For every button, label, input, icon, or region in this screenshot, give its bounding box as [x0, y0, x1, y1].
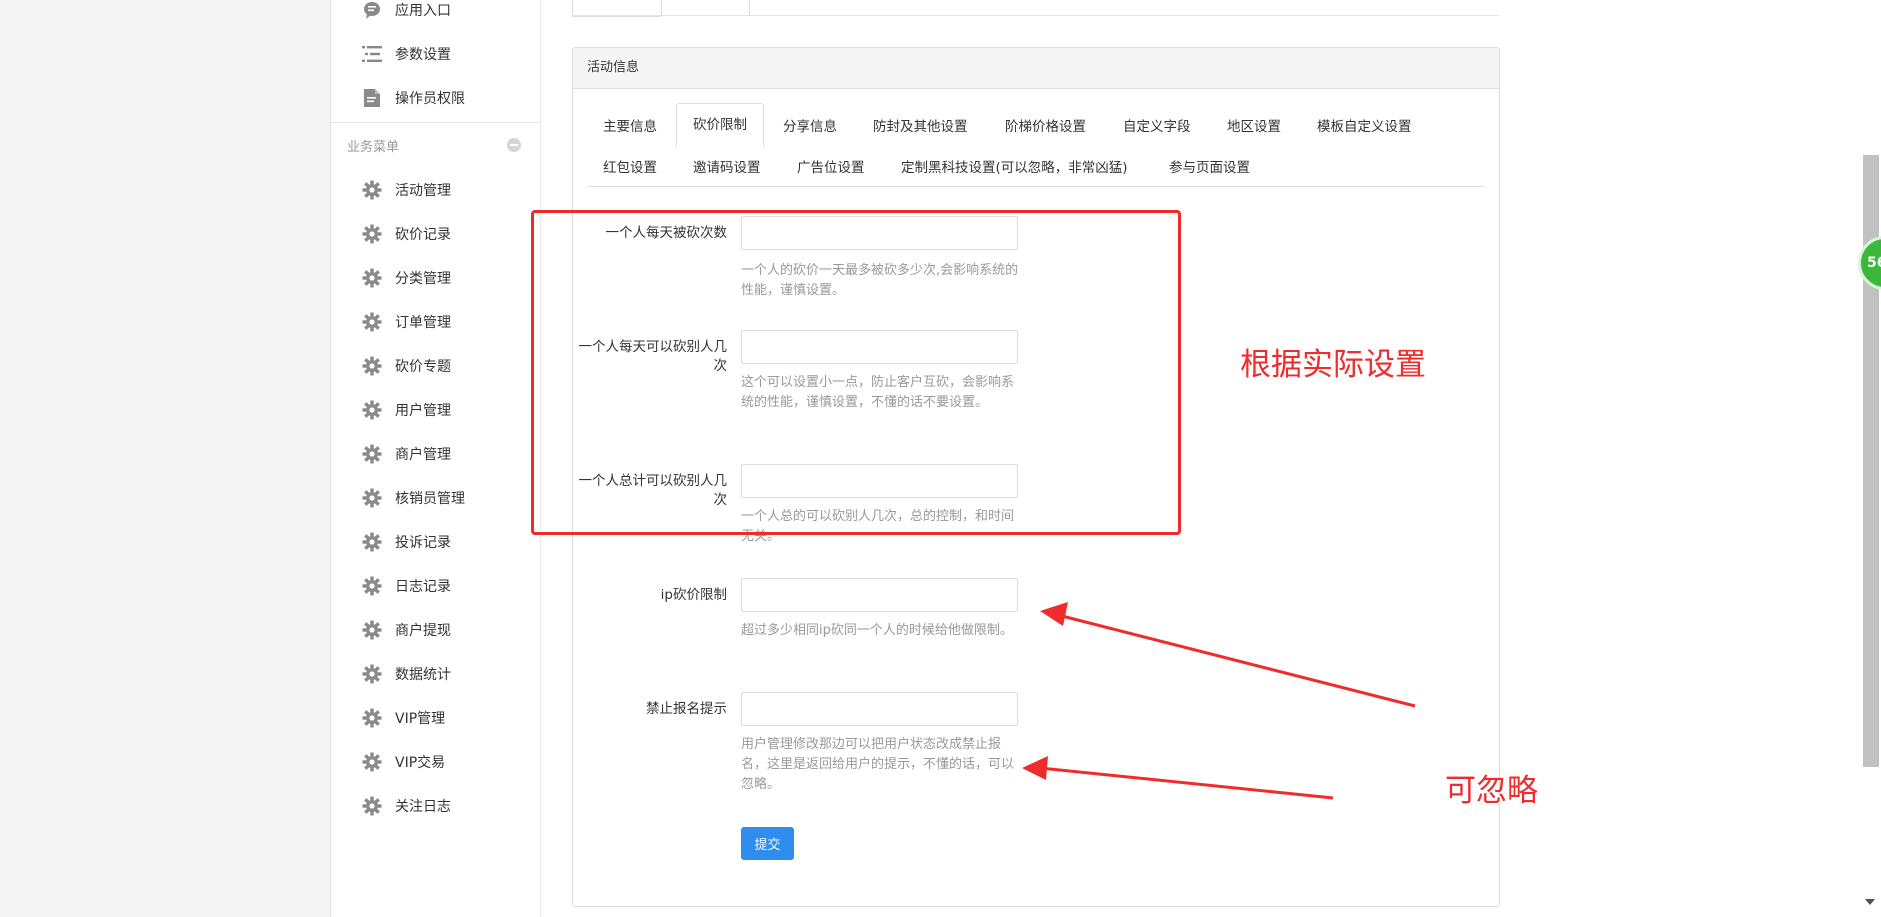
panel-title: 活动信息 — [573, 48, 1499, 89]
field-label: 禁止报名提示 — [646, 701, 727, 717]
field-label: 一个人总计可以砍别人几次 — [578, 473, 728, 508]
field-label: 一个人每天被砍次数 — [605, 225, 728, 241]
sidebar-item-label: 数据统计 — [395, 667, 451, 683]
sidebar-item[interactable]: 砍价记录 — [331, 216, 540, 252]
sidebar-item-app-entry[interactable]: 应用入口 — [331, 0, 540, 28]
sidebar-item-label: VIP交易 — [395, 755, 446, 771]
gear-icon — [361, 619, 383, 641]
tab[interactable]: 模板自定义设置 — [1317, 115, 1412, 135]
sidebar-item[interactable]: 商户管理 — [331, 436, 540, 472]
tab[interactable]: 地区设置 — [1227, 115, 1281, 135]
gear-icon — [361, 399, 383, 421]
page-left-background — [0, 0, 331, 917]
sidebar-item-label: 商户提现 — [395, 623, 451, 639]
floating-badge-count: 56 — [1867, 255, 1881, 271]
tab[interactable]: 分享信息 — [783, 115, 837, 135]
field-help-text: 超过多少相同ip砍同一个人的时候给他做限制。 — [741, 623, 1013, 638]
sidebar-item-label: 参数设置 — [395, 47, 451, 63]
sidebar-item-label: 操作员权限 — [395, 91, 465, 107]
tab[interactable]: 主要信息 — [603, 115, 657, 135]
sidebar-item-label: 订单管理 — [395, 315, 451, 331]
gear-icon — [361, 443, 383, 465]
annotation-text-set-as-needed: 根据实际设置 — [1240, 347, 1426, 383]
tab-baseline — [588, 186, 1484, 187]
sidebar-item[interactable]: VIP管理 — [331, 700, 540, 736]
field-input[interactable] — [741, 692, 1018, 726]
submit-button[interactable]: 提交 — [741, 827, 794, 860]
sidebar-item-label: 砍价记录 — [395, 227, 451, 243]
field-input[interactable] — [741, 330, 1018, 364]
field-help-text: 一个人总的可以砍别人几次，总的控制，和时间无关。 — [741, 509, 1015, 544]
sidebar-item[interactable]: 砍价专题 — [331, 348, 540, 384]
gear-icon — [361, 311, 383, 333]
scroll-down-icon[interactable] — [1865, 899, 1875, 905]
gear-icon — [361, 223, 383, 245]
sidebar-item-parameter-settings[interactable]: 参数设置 — [331, 36, 540, 72]
sidebar-item-label: 应用入口 — [395, 3, 451, 19]
sidebar-item[interactable]: 关注日志 — [331, 788, 540, 824]
gear-icon — [361, 575, 383, 597]
field-label: 一个人每天可以砍别人几次 — [578, 339, 728, 374]
sidebar-item[interactable]: 数据统计 — [331, 656, 540, 692]
field-help-text: 用户管理修改那边可以把用户状态改成禁止报名，这里是返回给用户的提示，不懂的话，可… — [741, 737, 1015, 792]
annotation-text-ignorable: 可忽略 — [1445, 773, 1538, 809]
sidebar-item[interactable]: 日志记录 — [331, 568, 540, 604]
sidebar-group-label: 业务菜单 — [347, 140, 400, 155]
sidebar-item-label: 投诉记录 — [395, 535, 451, 551]
collapse-icon[interactable] — [507, 138, 521, 152]
field-input[interactable] — [741, 464, 1018, 498]
sidebar-item-label: 关注日志 — [395, 799, 451, 815]
sidebar-item[interactable]: 核销员管理 — [331, 480, 540, 516]
tab[interactable]: 红包设置 — [603, 156, 657, 176]
sidebar-item-label: 日志记录 — [395, 579, 451, 595]
sidebar-item[interactable]: 用户管理 — [331, 392, 540, 428]
gear-icon — [361, 355, 383, 377]
document-icon — [361, 87, 383, 109]
sidebar-item-label: VIP管理 — [395, 711, 446, 727]
gear-icon — [361, 531, 383, 553]
gear-icon — [361, 707, 383, 729]
sidebar-item-operator-permissions[interactable]: 操作员权限 — [331, 80, 540, 116]
field-input[interactable] — [741, 216, 1018, 250]
sidebar-divider — [331, 122, 540, 123]
field-label: ip砍价限制 — [660, 587, 727, 603]
gear-icon — [361, 795, 383, 817]
gear-icon — [361, 179, 383, 201]
tab[interactable]: 邀请码设置 — [693, 156, 761, 176]
sidebar-item-label: 用户管理 — [395, 403, 451, 419]
sidebar-item-label: 分类管理 — [395, 271, 451, 287]
sidebar-item[interactable]: 订单管理 — [331, 304, 540, 340]
sidebar: 应用入口 参数设置 操作员权限 业务菜单 活动管理砍价记录分类管理订单管理砍价专… — [331, 0, 541, 917]
gear-icon — [361, 487, 383, 509]
tab[interactable]: 广告位设置 — [797, 156, 865, 176]
gear-icon — [361, 751, 383, 773]
sidebar-item[interactable]: 商户提现 — [331, 612, 540, 648]
sidebar-item-label: 核销员管理 — [395, 491, 465, 507]
tab[interactable]: 自定义字段 — [1123, 115, 1191, 135]
gear-icon — [361, 267, 383, 289]
sidebar-item-label: 商户管理 — [395, 447, 451, 463]
sidebar-item-label: 砍价专题 — [395, 359, 451, 375]
field-input[interactable] — [741, 578, 1018, 612]
tab[interactable]: 参与页面设置 — [1169, 156, 1250, 176]
tab[interactable]: 定制黑科技设置(可以忽略，非常凶猛) — [901, 156, 1128, 176]
list-icon — [361, 43, 383, 65]
gear-icon — [361, 663, 383, 685]
sidebar-item[interactable]: 活动管理 — [331, 172, 540, 208]
top-tab-baseline — [572, 15, 1499, 16]
chat-icon — [361, 0, 383, 21]
field-help-text: 这个可以设置小一点，防止客户互砍，会影响系统的性能，谨慎设置，不懂的话不要设置。 — [741, 375, 1015, 410]
sidebar-item[interactable]: VIP交易 — [331, 744, 540, 780]
tab[interactable]: 防封及其他设置 — [873, 115, 968, 135]
tab[interactable]: 阶梯价格设置 — [1005, 115, 1086, 135]
sidebar-item-label: 活动管理 — [395, 183, 451, 199]
field-help-text: 一个人的砍价一天最多被砍多少次,会影响系统的性能，谨慎设置。 — [741, 263, 1019, 298]
sidebar-item[interactable]: 分类管理 — [331, 260, 540, 296]
tab[interactable]: 砍价限制 — [676, 103, 764, 147]
sidebar-item[interactable]: 投诉记录 — [331, 524, 540, 560]
